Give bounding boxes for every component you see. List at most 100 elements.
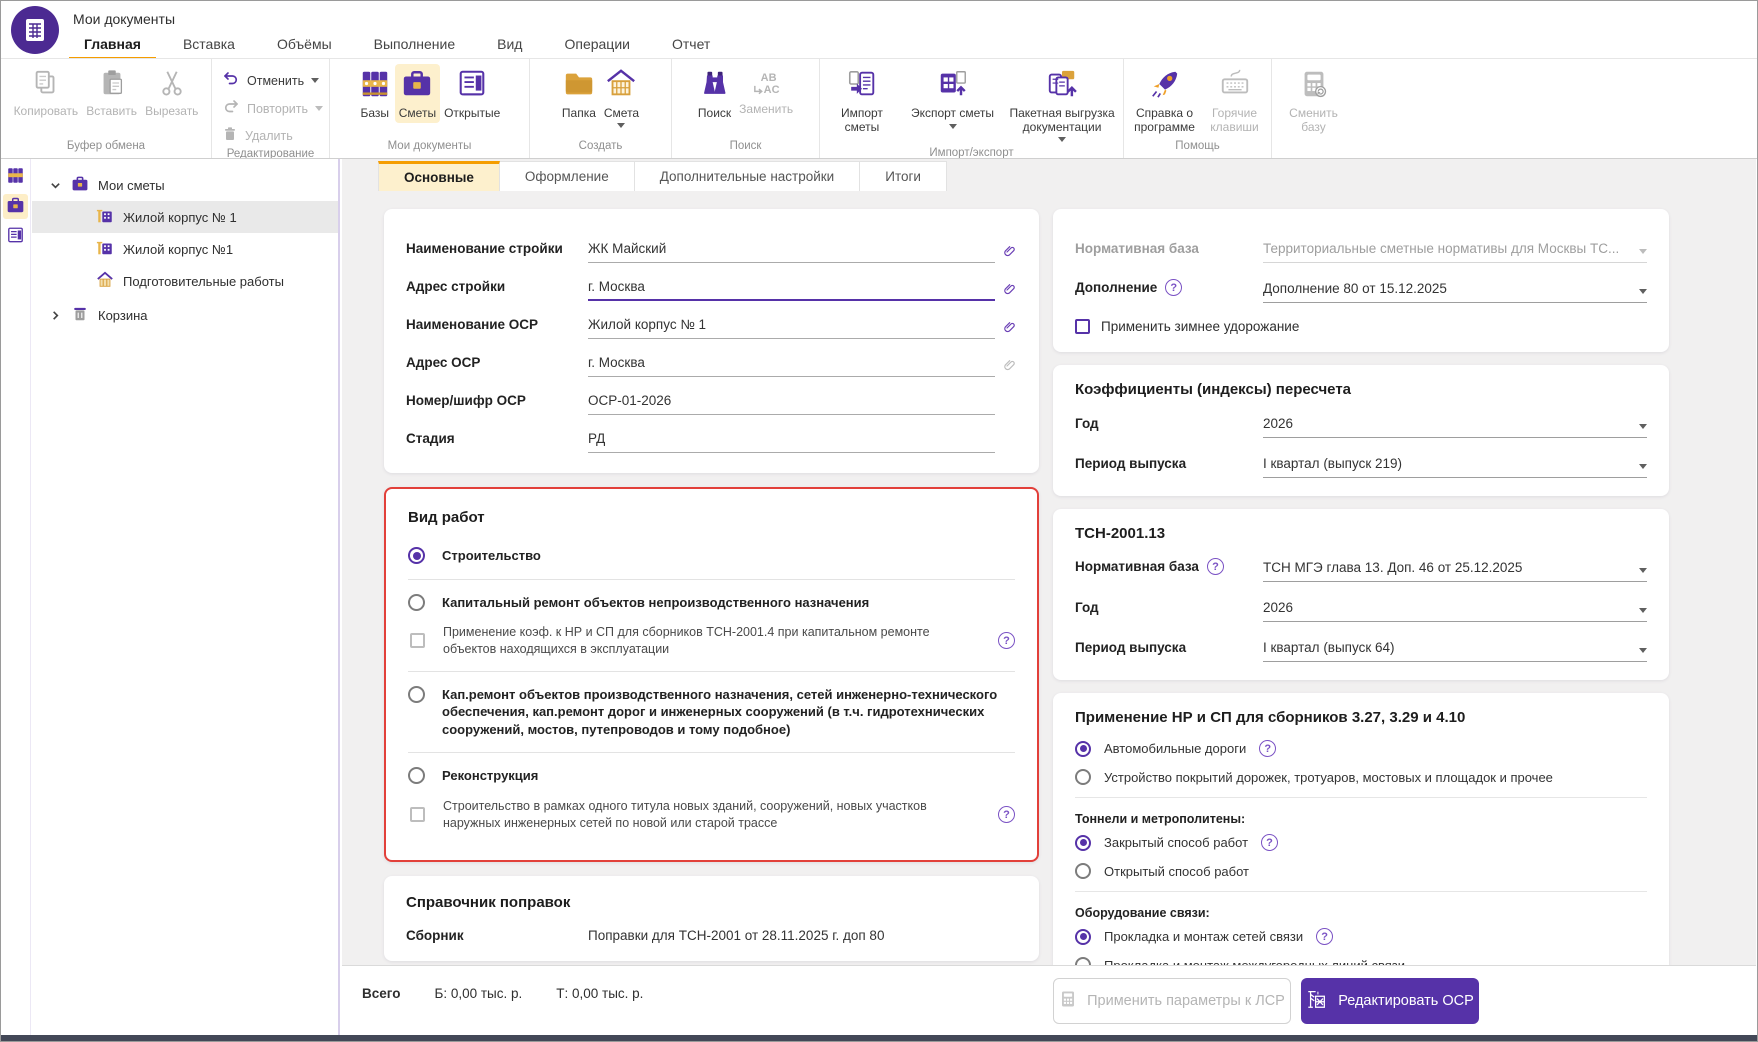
checkbox-icon[interactable] — [410, 633, 425, 648]
batch-dropdown-icon[interactable] — [1058, 137, 1066, 142]
tree-item-trash[interactable]: Корзина — [32, 299, 338, 331]
work-type-option-capital-prod[interactable]: Кап.ремонт объектов производственного на… — [408, 675, 1015, 750]
tab-vid[interactable]: Вид — [476, 32, 543, 61]
winter-costs-checkbox-row[interactable]: Применить зимнее удорожание — [1075, 303, 1647, 334]
osr-name-input[interactable]: Жилой корпус № 1 — [588, 317, 995, 339]
link-icon-disabled[interactable] — [995, 357, 1017, 377]
redo-button[interactable]: Повторить — [222, 98, 323, 119]
tab-obyomy[interactable]: Объёмы — [256, 32, 353, 61]
tab-dop-nastroyki[interactable]: Дополнительные настройки — [635, 161, 861, 191]
radio-icon[interactable] — [1075, 769, 1091, 785]
radio-checked-icon[interactable] — [1075, 741, 1091, 757]
indices-period-select[interactable]: I квартал (выпуск 219) — [1263, 456, 1647, 478]
construction-address-input[interactable]: г. Москва — [588, 279, 995, 301]
rail-estimates-button[interactable] — [3, 194, 28, 219]
tree-item-my-estimates[interactable]: Мои сметы — [32, 169, 338, 201]
undo-button[interactable]: Отменить — [222, 70, 323, 91]
roads-option[interactable]: Автомобильные дороги ? — [1075, 734, 1647, 763]
osr-address-input[interactable]: г. Москва — [588, 355, 995, 377]
tab-osnovnye[interactable]: Основные — [378, 161, 500, 191]
chevron-down-icon[interactable] — [48, 180, 62, 191]
replace-button[interactable]: AB AC Заменить — [735, 64, 797, 119]
undo-dropdown-icon[interactable] — [311, 78, 319, 83]
radio-icon[interactable] — [1075, 863, 1091, 879]
help-icon[interactable]: ? — [1316, 928, 1333, 945]
chevron-right-icon[interactable] — [48, 310, 62, 321]
work-type-reconstruction-checkbox-row[interactable]: Строительство в рамках одного титула нов… — [408, 796, 1015, 842]
paste-button[interactable]: Вставить — [82, 64, 141, 121]
comm-intercity-option[interactable]: Прокладка и монтаж междугородных линий с… — [1075, 951, 1647, 965]
bases-button[interactable]: Базы — [355, 64, 395, 123]
apply-parameters-button[interactable]: Применить параметры к ЛСР — [1053, 978, 1291, 1024]
osr-number-input[interactable]: ОСР-01-2026 — [588, 393, 995, 415]
work-type-option-capital-nonprod[interactable]: Капитальный ремонт объектов непроизводст… — [408, 583, 1015, 623]
opened-button[interactable]: Открытые — [440, 64, 504, 123]
radio-icon[interactable] — [408, 767, 425, 784]
stage-input[interactable]: РД — [588, 431, 995, 453]
tsn13-base-select[interactable]: ТСН МГЭ глава 13. Доп. 46 от 25.12.2025 — [1263, 560, 1647, 582]
open-method-option[interactable]: Открытый способ работ — [1075, 857, 1647, 885]
tree-item-preparatory-works[interactable]: Подготовительные работы — [32, 265, 338, 297]
radio-checked-icon[interactable] — [408, 547, 425, 564]
radio-icon[interactable] — [1075, 957, 1091, 965]
help-icon[interactable]: ? — [1261, 834, 1278, 851]
tab-operacii[interactable]: Операции — [543, 32, 651, 61]
indices-year-select[interactable]: 2026 — [1263, 416, 1647, 438]
radio-checked-icon[interactable] — [1075, 929, 1091, 945]
tab-itogi[interactable]: Итоги — [860, 161, 947, 191]
radio-icon[interactable] — [408, 594, 425, 611]
checkbox-icon[interactable] — [410, 807, 425, 822]
checkbox-icon[interactable] — [1075, 319, 1090, 334]
change-base-button[interactable]: Сменить базу — [1272, 64, 1355, 136]
tab-vypolnenie[interactable]: Выполнение — [353, 32, 476, 61]
radio-icon[interactable] — [408, 686, 425, 703]
help-icon[interactable]: ? — [1207, 558, 1224, 575]
export-dropdown-icon[interactable] — [949, 124, 957, 129]
tsn13-year-select[interactable]: 2026 — [1263, 600, 1647, 622]
closed-method-option[interactable]: Закрытый способ работ ? — [1075, 828, 1647, 857]
supplement-select[interactable]: Дополнение 80 от 15.12.2025 — [1263, 281, 1647, 303]
link-icon[interactable] — [995, 243, 1017, 263]
collection-value[interactable]: Поправки для ТСН-2001 от 28.11.2025 г. д… — [588, 928, 1017, 945]
house-frame-icon — [605, 68, 637, 104]
help-icon[interactable]: ? — [998, 632, 1015, 649]
estimates-button[interactable]: Сметы — [395, 64, 440, 123]
work-type-option-reconstruction[interactable]: Реконструкция — [408, 756, 1015, 796]
tab-oformlenie[interactable]: Оформление — [500, 161, 635, 191]
copy-button[interactable]: Копировать — [10, 64, 83, 121]
cut-button[interactable]: Вырезать — [141, 64, 202, 121]
tab-otchet[interactable]: Отчет — [651, 32, 731, 61]
tab-vstavka[interactable]: Вставка — [162, 32, 256, 61]
link-icon[interactable] — [995, 319, 1017, 339]
search-button[interactable]: Поиск — [694, 64, 735, 123]
batch-export-button[interactable]: Пакетная выгрузка документации — [1001, 64, 1123, 144]
tsn13-period-select[interactable]: I квартал (выпуск 64) — [1263, 640, 1647, 662]
edit-osr-button[interactable]: Редактировать ОСР — [1301, 978, 1479, 1024]
about-button[interactable]: Справка о программе — [1128, 64, 1202, 136]
redo-dropdown-icon[interactable] — [315, 106, 323, 111]
work-type-capital-checkbox-row[interactable]: Применение коэф. к НР и СП для сборников… — [408, 622, 1015, 668]
rail-opened-button[interactable] — [3, 224, 28, 249]
radio-checked-icon[interactable] — [1075, 835, 1091, 851]
delete-button[interactable]: Удалить — [222, 126, 323, 145]
new-estimate-dropdown-icon[interactable] — [617, 123, 625, 128]
help-icon[interactable]: ? — [998, 806, 1015, 823]
tab-glavnaya[interactable]: Главная — [63, 32, 162, 61]
work-type-option-construction[interactable]: Строительство — [408, 536, 1015, 576]
new-folder-button[interactable]: Папка — [558, 64, 600, 123]
export-estimate-button[interactable]: Экспорт сметы — [904, 64, 1001, 131]
link-icon[interactable] — [995, 281, 1017, 301]
rail-bases-button[interactable] — [3, 164, 28, 189]
tree-item-building-2[interactable]: Жилой корпус №1 — [32, 233, 338, 265]
tree-item-building-1[interactable]: Жилой корпус № 1 — [32, 201, 338, 233]
comm-networks-option[interactable]: Прокладка и монтаж сетей связи ? — [1075, 922, 1647, 951]
field-label: Стадия — [406, 431, 588, 453]
hotkeys-button[interactable]: Горячие клавиши — [1202, 64, 1268, 136]
help-icon[interactable]: ? — [1259, 740, 1276, 757]
new-estimate-button[interactable]: Смета — [600, 64, 643, 130]
normative-base-select[interactable]: Территориальные сметные нормативы для Мо… — [1263, 241, 1647, 263]
construction-name-input[interactable]: ЖК Майский — [588, 241, 995, 263]
import-estimate-button[interactable]: Импорт сметы — [820, 64, 904, 136]
help-icon[interactable]: ? — [1165, 279, 1182, 296]
pavements-option[interactable]: Устройство покрытий дорожек, тротуаров, … — [1075, 763, 1647, 791]
